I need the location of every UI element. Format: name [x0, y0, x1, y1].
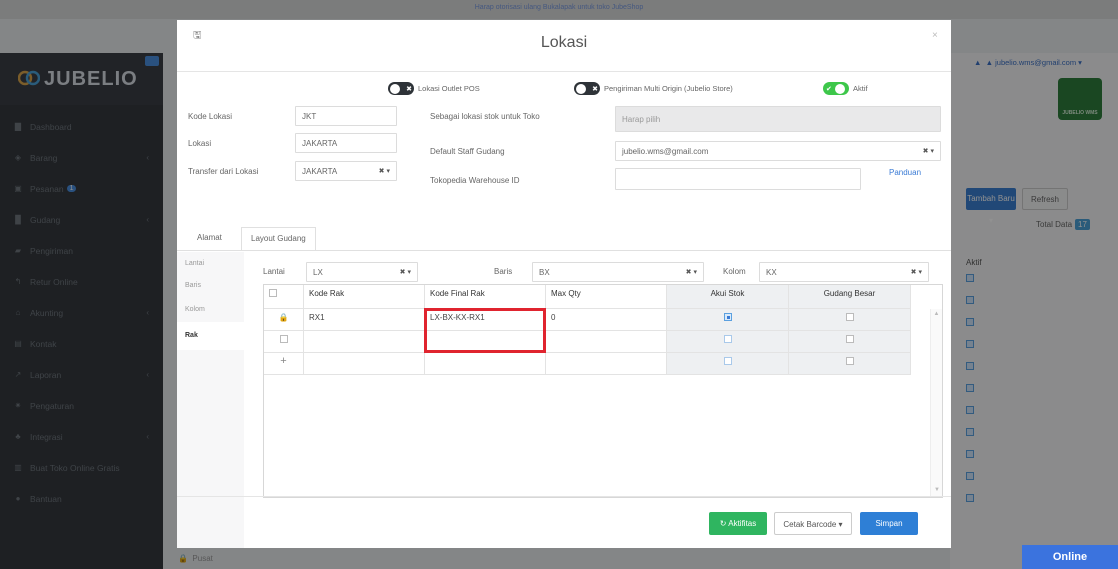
transfer-value: JAKARTA [302, 167, 338, 176]
grid-scrollbar[interactable]: ▲ ▼ [930, 309, 942, 497]
tokopedia-label: Tokopedia Warehouse ID [430, 176, 520, 185]
kode-lokasi-input[interactable]: JKT [295, 106, 397, 126]
cell-akui-stok[interactable] [667, 353, 789, 375]
panduan-link[interactable]: Panduan [889, 168, 921, 177]
akui-stok-checkbox[interactable] [723, 313, 732, 321]
subnav-rak[interactable]: Rak [185, 332, 198, 339]
toggle-aktif[interactable]: ✔ Aktif [823, 82, 868, 95]
tokopedia-input[interactable] [615, 168, 861, 190]
cell-empty[interactable] [304, 331, 425, 353]
cetak-barcode-button[interactable]: Cetak Barcode ▾ [774, 512, 852, 535]
select-all-checkbox[interactable] [269, 289, 277, 297]
layout-subnav [177, 252, 244, 548]
subnav-baris[interactable]: Baris [185, 282, 201, 289]
staff-select[interactable]: jubelio.wms@gmail.com ✖ ▾ [615, 141, 941, 161]
scroll-up-icon[interactable]: ▲ [931, 311, 942, 317]
close-icon[interactable]: × [932, 30, 938, 41]
subnav-lantai[interactable]: Lantai [185, 260, 204, 267]
gudang-besar-checkbox[interactable] [845, 313, 854, 321]
cell-gudang-besar[interactable] [789, 309, 911, 331]
select-all-cell[interactable] [264, 285, 304, 309]
baris-filter-label: Baris [494, 267, 513, 276]
toggle-lokasi-outlet-pos[interactable]: ✖ Lokasi Outlet POS [388, 82, 480, 95]
toggle-label: Aktif [853, 84, 868, 93]
toggle-switch[interactable]: ✔ [823, 82, 849, 95]
akui-stok-checkbox[interactable] [723, 357, 732, 365]
divider [177, 71, 951, 72]
akui-stok-checkbox[interactable] [723, 335, 732, 343]
lokasi-input[interactable]: JAKARTA [295, 133, 397, 153]
clear-dropdown-icon[interactable]: ✖ ▾ [923, 147, 934, 155]
aktifitas-button[interactable]: ↻ Aktifitas [709, 512, 767, 535]
cell-gudang-besar[interactable] [789, 353, 911, 375]
cell-kode-rak[interactable]: RX1 [304, 309, 425, 331]
col-akui-stok[interactable]: Akui Stok [667, 285, 789, 309]
lokasi-label: Lokasi [188, 139, 212, 148]
cell-akui-stok[interactable] [667, 331, 789, 353]
scroll-down-icon[interactable]: ▼ [931, 487, 943, 493]
highlight-kode-final-rak [424, 308, 546, 353]
lokasi-modal: 🖫 Lokasi × ✖ Lokasi Outlet POS ✖ Pengiri… [177, 20, 951, 548]
col-max-qty[interactable]: Max Qty [546, 285, 667, 309]
row-checkbox[interactable] [279, 335, 288, 343]
kolom-filter-label: Kolom [723, 267, 746, 276]
gudang-besar-checkbox[interactable] [845, 335, 854, 343]
baris-value: BX [539, 268, 550, 277]
lock-icon: 🔒 [264, 309, 304, 331]
col-gudang-besar[interactable]: Gudang Besar [789, 285, 911, 309]
kolom-value: KX [766, 268, 777, 277]
toggle-switch[interactable]: ✖ [574, 82, 600, 95]
clear-dropdown-icon[interactable]: ✖ ▾ [911, 268, 922, 276]
cell-empty[interactable] [304, 353, 425, 375]
tab-divider [177, 250, 951, 251]
baris-select[interactable]: BX ✖ ▾ [532, 262, 704, 282]
cetak-barcode-label: Cetak Barcode [783, 520, 837, 529]
transfer-select[interactable]: JAKARTA ✖ ▾ [295, 161, 397, 181]
online-chat-button[interactable]: Online [1022, 545, 1118, 569]
add-row-icon[interactable]: + [264, 353, 304, 375]
tab-layout-gudang[interactable]: Layout Gudang [241, 227, 316, 250]
cell-akui-stok[interactable] [667, 309, 789, 331]
lantai-value: LX [313, 268, 323, 277]
tab-alamat[interactable]: Alamat [188, 227, 231, 250]
kolom-select[interactable]: KX ✖ ▾ [759, 262, 929, 282]
cell-gudang-besar[interactable] [789, 331, 911, 353]
clear-dropdown-icon[interactable]: ✖ ▾ [686, 268, 697, 276]
row-select-cell[interactable] [264, 331, 304, 353]
cell-empty[interactable] [546, 353, 667, 375]
lantai-filter-label: Lantai [263, 267, 285, 276]
aktifitas-label: Aktifitas [728, 519, 757, 528]
lantai-select[interactable]: LX ✖ ▾ [306, 262, 418, 282]
subnav-kolom[interactable]: Kolom [185, 306, 205, 313]
rak-grid: Kode Rak Kode Final Rak Max Qty Akui Sto… [263, 284, 943, 498]
modal-title: Lokasi [540, 34, 588, 51]
staff-label: Default Staff Gudang [430, 147, 505, 156]
cell-empty[interactable] [546, 331, 667, 353]
toggle-multi-origin[interactable]: ✖ Pengiriman Multi Origin (Jubelio Store… [574, 82, 733, 95]
clear-dropdown-icon[interactable]: ✖ ▾ [400, 268, 411, 276]
simpan-button[interactable]: Simpan [860, 512, 918, 535]
stok-toko-label: Sebagai lokasi stok untuk Toko [430, 112, 540, 121]
cell-max-qty[interactable]: 0 [546, 309, 667, 331]
cell-empty[interactable] [425, 353, 546, 375]
toggle-label: Lokasi Outlet POS [418, 84, 480, 93]
gudang-besar-checkbox[interactable] [845, 357, 854, 365]
col-kode-final-rak[interactable]: Kode Final Rak [425, 285, 546, 309]
toggle-label: Pengiriman Multi Origin (Jubelio Store) [604, 84, 733, 93]
col-kode-rak[interactable]: Kode Rak [304, 285, 425, 309]
footer-divider [177, 496, 951, 497]
kode-lokasi-label: Kode Lokasi [188, 112, 233, 121]
toggle-switch[interactable]: ✖ [388, 82, 414, 95]
transfer-label: Transfer dari Lokasi [188, 167, 259, 176]
staff-value: jubelio.wms@gmail.com [622, 147, 709, 156]
history-icon: ↻ [719, 519, 727, 528]
stok-toko-select[interactable]: Harap pilih [615, 106, 941, 132]
clear-dropdown-icon[interactable]: ✖ ▾ [379, 167, 390, 175]
